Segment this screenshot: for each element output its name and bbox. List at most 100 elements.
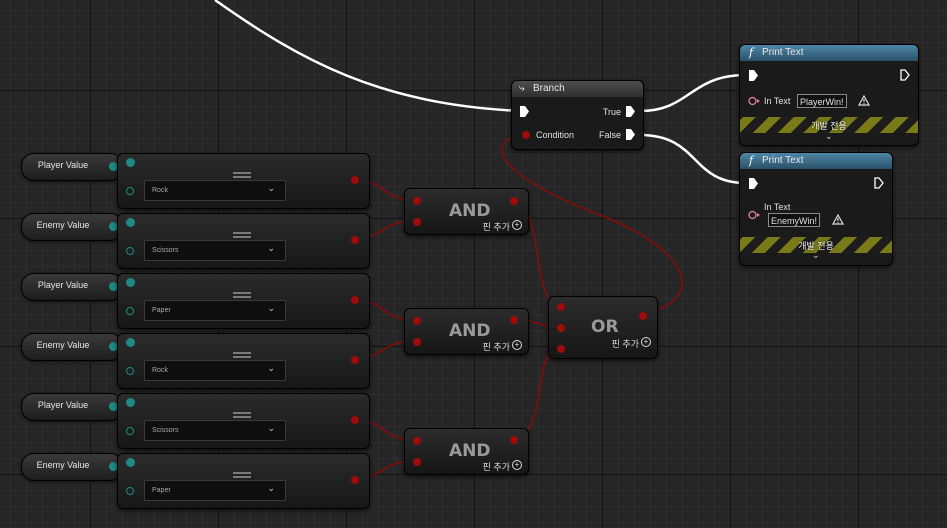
enum-in-pin-a[interactable] [126,158,135,167]
condition-label: Condition [536,130,575,140]
enum-dropdown[interactable]: Scissors ⌄ [144,240,286,261]
bool-out-pin[interactable] [351,236,359,244]
bool-in-pin-a[interactable] [557,303,565,311]
enum-dropdown[interactable]: Rock ⌄ [144,180,286,201]
enum-dropdown-value: Paper [152,307,171,314]
equal-enum-node-2[interactable]: Scissors ⌄ [117,213,370,269]
enum-in-pin-a[interactable] [126,338,135,347]
chevron-down-icon: ⌄ [267,363,275,373]
enum-dropdown[interactable]: Scissors ⌄ [144,420,286,441]
in-text-label: In Text [764,202,791,212]
enum-in-pin-b[interactable] [126,307,134,315]
equal-operator-icon [233,352,251,358]
chevron-down-icon: ⌄ [267,483,275,493]
bool-out-pin[interactable] [639,312,647,320]
bool-out-pin[interactable] [351,476,359,484]
bool-in-pin-b[interactable] [413,338,421,346]
bool-out-pin[interactable] [351,356,359,364]
print-text-header: f Print Text [740,45,918,61]
enum-in-pin-a[interactable] [126,278,135,287]
enemy-value-getter[interactable]: Enemy Value [21,453,123,481]
in-text-label: In Text [764,96,791,106]
enum-in-pin-b[interactable] [126,427,134,435]
in-text-field[interactable]: PlayerWin! [797,94,847,108]
enum-dropdown[interactable]: Paper ⌄ [144,480,286,501]
and-node-1[interactable]: AND 핀 추가 + [404,188,529,235]
equal-enum-node-5[interactable]: Scissors ⌄ [117,393,370,449]
print-text-title: Print Text [762,155,804,166]
bool-in-pin-b[interactable] [557,324,565,332]
text-pin[interactable] [748,210,760,220]
enemy-value-getter[interactable]: Enemy Value [21,333,123,361]
add-pin-label[interactable]: 핀 추가 [612,337,639,350]
exec-wire-false [639,133,747,185]
equal-enum-node-3[interactable]: Paper ⌄ [117,273,370,329]
add-pin-label[interactable]: 핀 추가 [483,340,510,353]
bool-in-pin-c[interactable] [557,345,565,353]
branch-header: ⤷ Branch [512,81,643,97]
exec-in-pin[interactable] [749,70,758,81]
enum-in-pin-b[interactable] [126,367,134,375]
bool-out-pin[interactable] [351,176,359,184]
enemy-value-getter[interactable]: Enemy Value [21,213,123,241]
branch-icon: ⤷ [519,83,525,94]
player-value-getter[interactable]: Player Value [21,393,123,421]
add-pin-label[interactable]: 핀 추가 [483,460,510,473]
and-node-2[interactable]: AND 핀 추가 + [404,308,529,355]
variable-label: Player Value [37,400,89,410]
enum-in-pin-b[interactable] [126,247,134,255]
bool-in-pin-a[interactable] [413,317,421,325]
text-pin[interactable] [748,96,760,106]
enum-dropdown-value: Scissors [152,247,179,254]
bool-out-pin[interactable] [510,436,518,444]
player-value-getter[interactable]: Player Value [21,153,123,181]
exec-out-pin[interactable] [874,177,884,189]
chevron-down-icon: ⌄ [267,243,275,253]
player-value-getter[interactable]: Player Value [21,273,123,301]
branch-title: Branch [533,83,565,94]
equal-enum-node-6[interactable]: Paper ⌄ [117,453,370,509]
bool-in-pin-a[interactable] [413,437,421,445]
and-node-3[interactable]: AND 핀 추가 + [404,428,529,475]
false-exec-pin[interactable] [626,129,635,140]
exec-out-pin[interactable] [900,69,910,81]
bool-out-pin[interactable] [351,296,359,304]
chevron-down-icon: ⌄ [267,303,275,313]
add-pin-label[interactable]: 핀 추가 [483,220,510,233]
enum-in-pin-b[interactable] [126,187,134,195]
warning-icon [858,95,870,106]
bool-out-pin[interactable] [351,416,359,424]
enum-dropdown-value: Rock [152,367,168,374]
add-pin-icon[interactable]: + [641,337,651,347]
equal-enum-node-4[interactable]: Rock ⌄ [117,333,370,389]
print-text-node-2[interactable]: f Print Text In Text EnemyWin! 개발 전용 ⌄ [739,152,893,266]
bool-out-pin[interactable] [510,316,518,324]
enum-in-pin-a[interactable] [126,398,135,407]
equal-enum-node-1[interactable]: Rock ⌄ [117,153,370,209]
enum-in-pin-a[interactable] [126,458,135,467]
enum-dropdown[interactable]: Paper ⌄ [144,300,286,321]
add-pin-icon[interactable]: + [512,460,522,470]
enum-in-pin-b[interactable] [126,487,134,495]
add-pin-icon[interactable]: + [512,220,522,230]
chevron-down-icon[interactable]: ⌄ [812,250,820,261]
and-title: AND [449,201,491,221]
add-pin-icon[interactable]: + [512,340,522,350]
bool-in-pin-a[interactable] [413,197,421,205]
chevron-down-icon[interactable]: ⌄ [825,131,833,142]
bool-in-pin-b[interactable] [413,458,421,466]
true-exec-pin[interactable] [626,106,635,117]
bool-in-pin-b[interactable] [413,218,421,226]
in-text-field[interactable]: EnemyWin! [768,213,821,227]
branch-node[interactable]: ⤷ Branch Condition True False [511,80,644,150]
bool-out-pin[interactable] [510,197,518,205]
or-node[interactable]: OR 핀 추가 + [548,296,658,359]
enum-dropdown[interactable]: Rock ⌄ [144,360,286,381]
condition-pin[interactable] [522,131,530,139]
false-label: False [598,130,621,140]
enum-in-pin-a[interactable] [126,218,135,227]
print-text-node-1[interactable]: f Print Text In Text PlayerWin! 개발 전용 ⌄ [739,44,919,146]
exec-in-pin[interactable] [520,106,529,117]
exec-in-pin[interactable] [749,178,758,189]
print-text-header: f Print Text [740,153,892,169]
